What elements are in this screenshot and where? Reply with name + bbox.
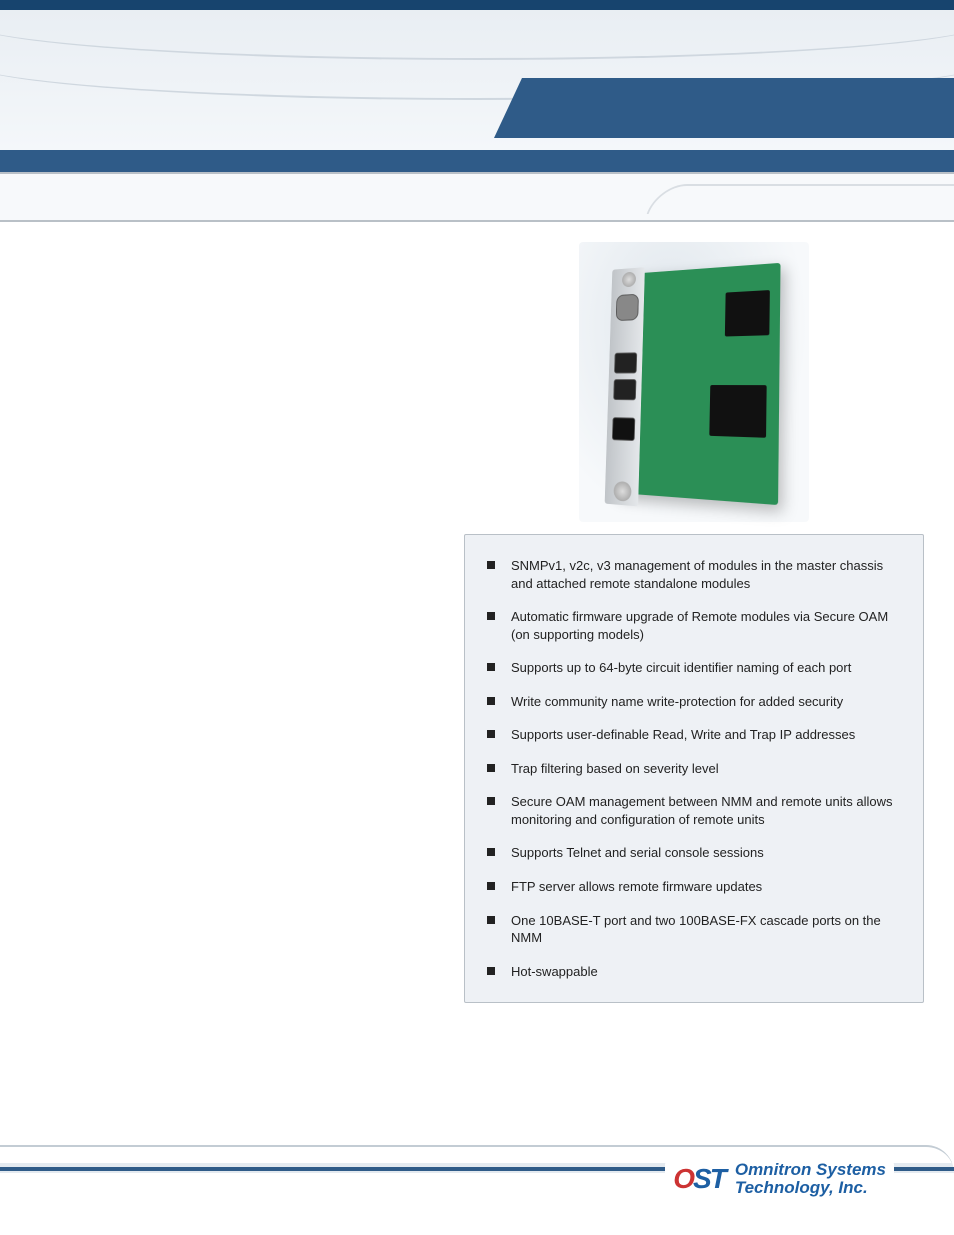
header-band xyxy=(0,10,954,150)
list-item: One 10BASE-T port and two 100BASE-FX cas… xyxy=(487,904,905,955)
list-item: Hot-swappable xyxy=(487,955,905,989)
ethernet-port-icon xyxy=(612,417,635,441)
faceplate xyxy=(605,267,645,506)
list-item: SNMPv1, v2c, v3 management of modules in… xyxy=(487,549,905,600)
top-accent-bar xyxy=(0,0,954,10)
fiber-port-icon xyxy=(613,379,636,400)
sub-header-band xyxy=(0,172,954,222)
header-blue-bar xyxy=(0,150,954,172)
page-footer: OST Omnitron Systems Technology, Inc. xyxy=(0,1145,954,1235)
company-logo: OST Omnitron Systems Technology, Inc. xyxy=(665,1159,894,1199)
logo-text: Omnitron Systems Technology, Inc. xyxy=(735,1161,886,1197)
circuit-board-illustration xyxy=(614,263,781,505)
main-content: SNMPv1, v2c, v3 management of modules in… xyxy=(0,222,954,1132)
feature-list: SNMPv1, v2c, v3 management of modules in… xyxy=(487,549,905,988)
list-item: FTP server allows remote firmware update… xyxy=(487,870,905,904)
list-item: Write community name write-protection fo… xyxy=(487,685,905,719)
screw-icon xyxy=(613,481,631,502)
list-item: Trap filtering based on severity level xyxy=(487,752,905,786)
list-item: Automatic firmware upgrade of Remote mod… xyxy=(487,600,905,651)
logo-line2: Technology, Inc. xyxy=(735,1178,868,1197)
feature-list-box: SNMPv1, v2c, v3 management of modules in… xyxy=(464,534,924,1003)
fiber-port-icon xyxy=(614,352,637,373)
body-text-column xyxy=(30,242,444,1122)
screw-icon xyxy=(622,272,636,288)
list-item: Supports Telnet and serial console sessi… xyxy=(487,836,905,870)
product-image xyxy=(579,242,809,522)
list-item: Secure OAM management between NMM and re… xyxy=(487,785,905,836)
logo-line1: Omnitron Systems xyxy=(735,1160,886,1179)
chip-icon xyxy=(725,290,770,336)
list-item: Supports user-definable Read, Write and … xyxy=(487,718,905,752)
right-column: SNMPv1, v2c, v3 management of modules in… xyxy=(464,242,924,1122)
logo-mark: OST xyxy=(673,1163,725,1195)
chip-icon xyxy=(709,385,766,438)
header-wedge xyxy=(494,78,954,138)
serial-port-icon xyxy=(616,294,639,321)
list-item: Supports up to 64-byte circuit identifie… xyxy=(487,651,905,685)
